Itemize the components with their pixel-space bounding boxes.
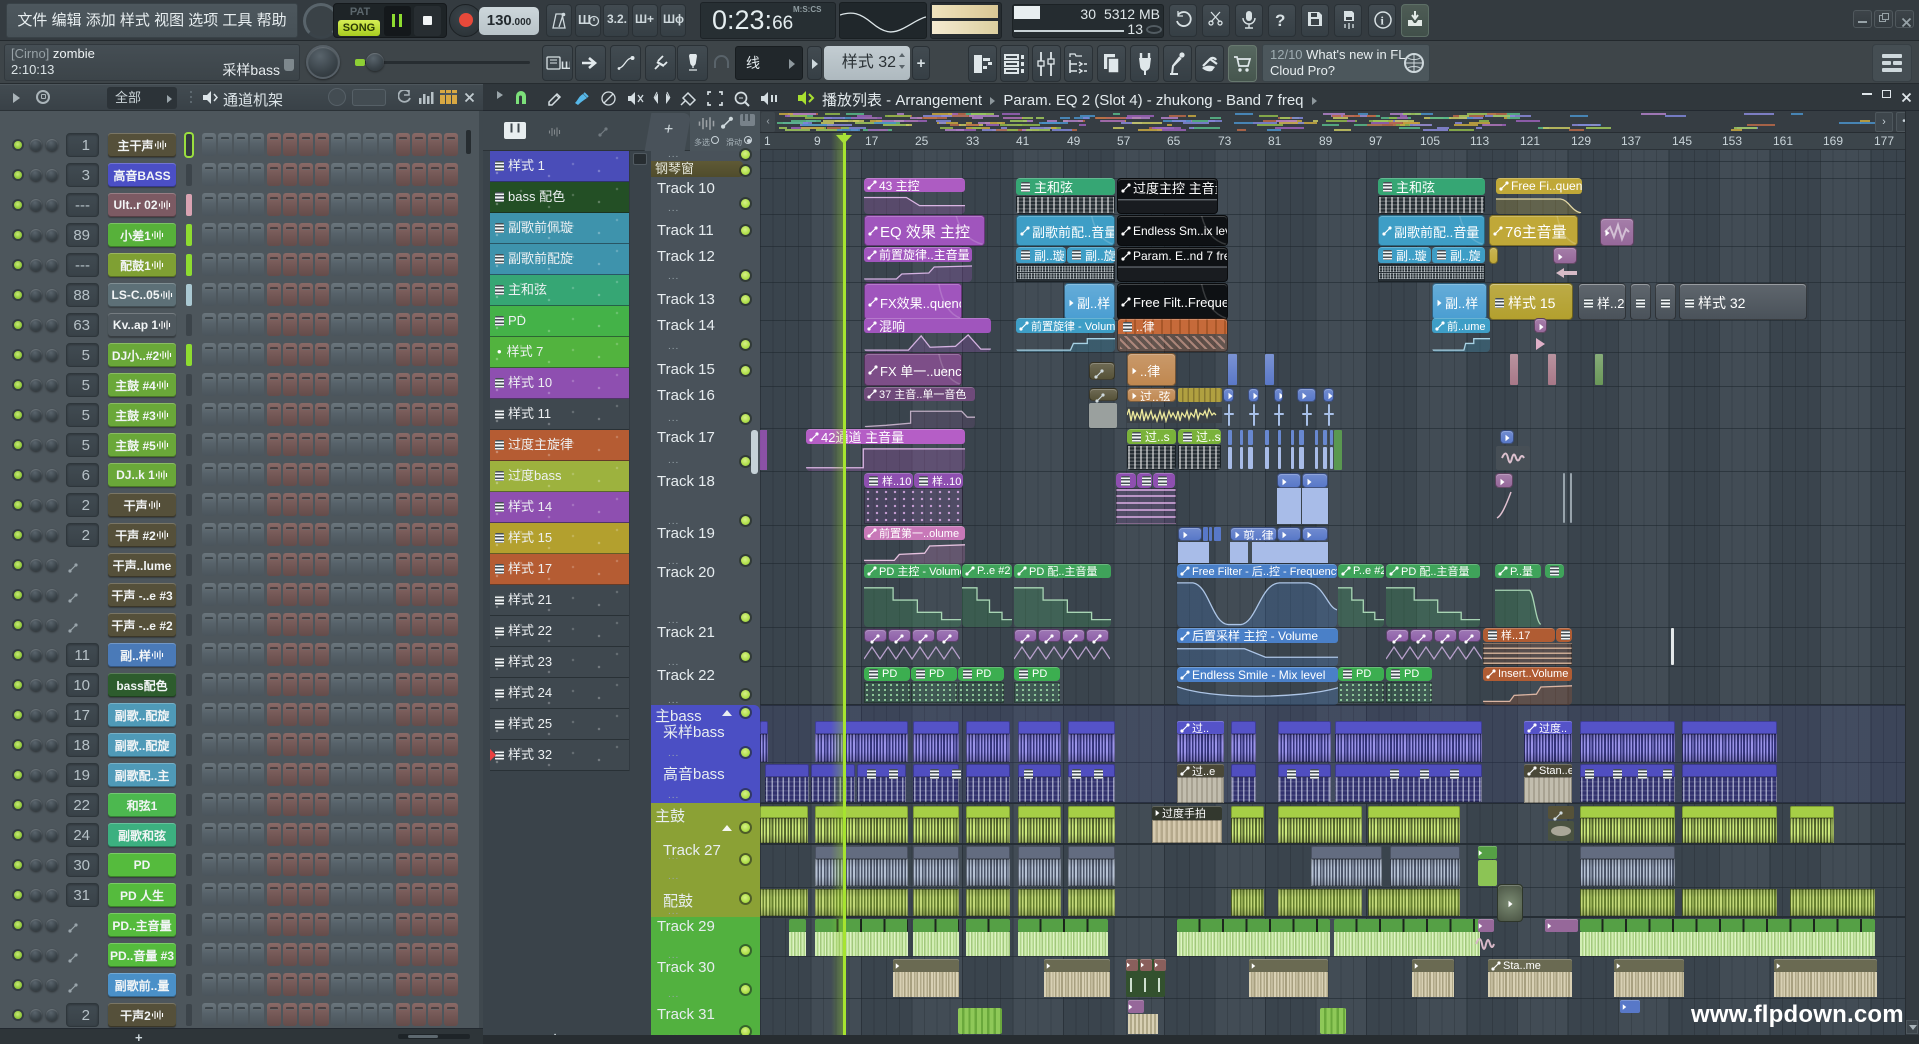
svg-text:?: ?: [1275, 11, 1285, 30]
svg-text:3.2.:: 3.2.:: [607, 12, 628, 26]
svg-text:Ш: Ш: [561, 60, 570, 72]
svg-text:Ш+: Ш+: [635, 12, 654, 26]
svg-text:Шϕ: Шϕ: [663, 12, 684, 26]
svg-text:i: i: [1381, 14, 1385, 28]
